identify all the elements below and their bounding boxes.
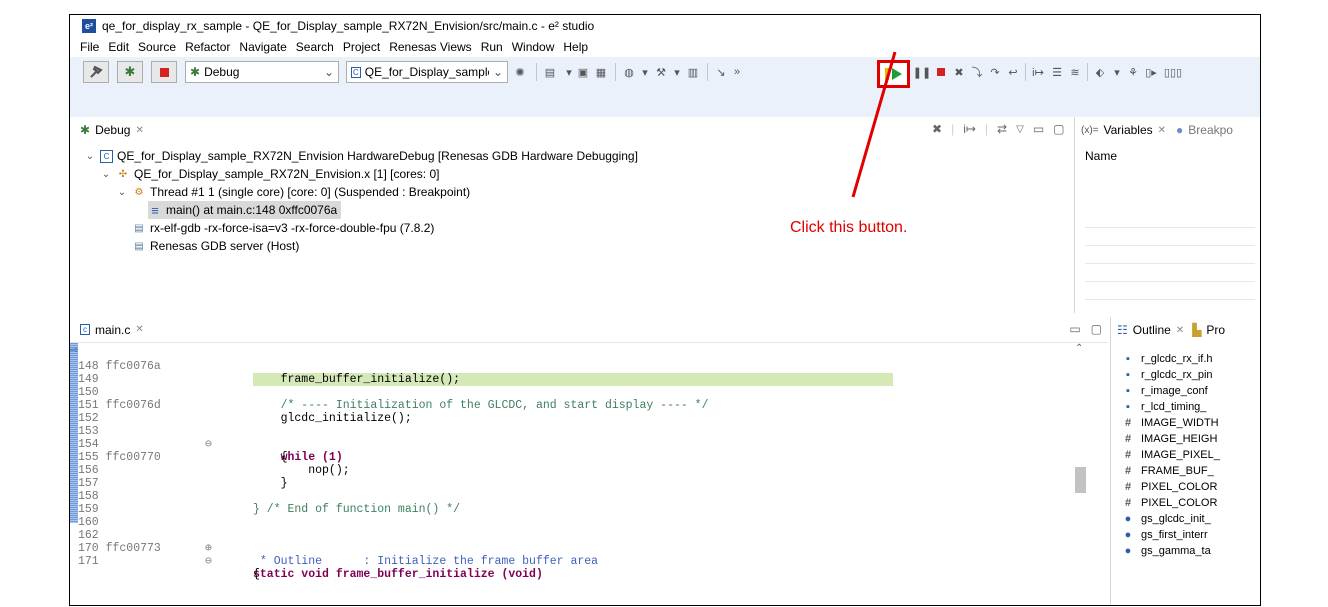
close-icon[interactable]: ✕ [1158, 125, 1166, 136]
line-number: 171 [78, 555, 99, 568]
code-line[interactable]: 148 ffc0076a frame_buffer_initialize(); [78, 347, 1078, 386]
scroll-up-icon[interactable]: ⌃ [1075, 343, 1083, 354]
code-text: { [253, 568, 260, 581]
code-line[interactable]: 155 ffc00770 nop(); [78, 438, 1078, 477]
code-line[interactable]: 170 ffc00773 ⊖ static void frame_buffer_… [78, 529, 1078, 581]
outline-item[interactable]: # IMAGE_WIDTH [1121, 415, 1219, 431]
macro-icon: # [1124, 417, 1132, 429]
code-line[interactable]: 158 } /* End of function main() */ [78, 477, 1078, 516]
code-line[interactable]: 154 { [78, 425, 1078, 464]
outline-view: ☷ Outline ✕ ▙ Pro ▪ r_glcdc_rx_if.h ▪ r_glc… [1110, 317, 1260, 605]
macro-icon: # [1124, 465, 1132, 477]
code-line[interactable]: 152 [78, 399, 1078, 425]
tab-variables[interactable]: (x)= Variables ✕ [1081, 123, 1166, 137]
macro-icon: # [1124, 481, 1132, 493]
code-text: static void frame_buffer_initialize (voi… [253, 568, 543, 581]
outline-item-label: FRAME_BUF_ [1141, 465, 1214, 477]
outline-item-label: r_glcdc_rx_if.h [1141, 353, 1213, 365]
header-icon: ▪ [1126, 353, 1130, 365]
outline-item[interactable]: # IMAGE_HEIGH [1121, 431, 1217, 447]
outline-tabs: ☷ Outline ✕ ▙ Pro [1117, 323, 1225, 337]
outline-item-label: gs_glcdc_init_ [1141, 513, 1211, 525]
static-const-icon: ● [1124, 545, 1132, 557]
outline-item-label: r_glcdc_rx_pin [1141, 369, 1213, 381]
code-line[interactable]: 159 [78, 490, 1078, 516]
outline-item[interactable]: ● gs_gamma_ta [1121, 543, 1211, 559]
code-line[interactable]: 151 ffc0076d glcdc_initialize(); [78, 386, 1078, 425]
row-divider [1085, 281, 1255, 282]
tab-breakpoints-label: Breakpo [1188, 123, 1233, 137]
outline-item[interactable]: # PIXEL_COLOR [1121, 495, 1217, 511]
column-header-name[interactable]: Name [1085, 149, 1117, 163]
code-line[interactable]: 162 ⊕ * Outline : Initialize the frame b… [78, 516, 1078, 568]
outline-item-label: IMAGE_WIDTH [1141, 417, 1219, 429]
header-icon: ▪ [1126, 385, 1130, 397]
tab-project-label: Pro [1206, 323, 1226, 337]
variables-view: (x)= Variables ✕ ● Breakpo Name [1075, 117, 1260, 313]
editor-tab-bar: c main.c ✕ ▭ ▢ [70, 317, 1108, 343]
macro-icon: # [1124, 497, 1132, 509]
ide-window: e² qe_for_display_rx_sample - QE_for_Dis… [69, 14, 1261, 606]
outline-item[interactable]: ▪ r_glcdc_rx_pin [1121, 367, 1213, 383]
code-line[interactable]: 171 { [78, 542, 1078, 581]
outline-item-label: PIXEL_COLOR [1141, 481, 1218, 493]
outline-item-label: PIXEL_COLOR [1141, 497, 1218, 509]
tab-outline-label: Outline [1132, 323, 1171, 337]
outline-item-label: IMAGE_PIXEL_ [1141, 449, 1220, 461]
outline-item[interactable]: # PIXEL_COLOR [1121, 479, 1217, 495]
outline-item-label: r_image_conf [1141, 385, 1208, 397]
fold-collapse-icon[interactable]: ⊖ [205, 555, 212, 568]
code-line[interactable]: 157 [78, 464, 1078, 490]
outline-item-label: gs_first_interr [1141, 529, 1208, 541]
outline-item[interactable]: ▪ r_image_conf [1121, 383, 1208, 399]
code-editor: c main.c ✕ ▭ ▢ ⇨ 148 ffc0076a frame_buff… [70, 317, 1108, 605]
header-icon: ▪ [1126, 401, 1130, 413]
static-var-icon: ● [1124, 513, 1132, 525]
code-line[interactable]: 156 } [78, 451, 1078, 490]
variables-tabs: (x)= Variables ✕ ● Breakpo [1081, 123, 1233, 137]
code-line[interactable]: 149 [78, 360, 1078, 386]
row-divider [1085, 245, 1255, 246]
outline-item[interactable]: # FRAME_BUF_ [1121, 463, 1214, 479]
tab-outline[interactable]: ☷ Outline ✕ [1117, 323, 1184, 337]
editor-actions: ▭ ▢ [1069, 322, 1102, 336]
tab-variables-label: Variables [1103, 123, 1153, 137]
code-text: * Outline : Initialize the frame buffer … [253, 555, 599, 568]
row-divider [1085, 263, 1255, 264]
row-divider [1085, 299, 1255, 300]
outline-item-label: gs_gamma_ta [1141, 545, 1211, 557]
row-divider [1085, 227, 1255, 228]
outline-icon: ☷ [1117, 323, 1128, 337]
project-icon: ▙ [1192, 323, 1202, 337]
code-line[interactable]: 160 [78, 503, 1078, 529]
breakpoint-icon: ● [1176, 123, 1184, 137]
code-line[interactable]: 150 /* ---- Initialization of the GLCDC,… [78, 373, 1078, 412]
tab-breakpoints[interactable]: ● Breakpo [1176, 123, 1233, 137]
c-file-icon: c [80, 324, 90, 335]
tab-main-c[interactable]: c main.c ✕ [80, 323, 144, 337]
close-icon[interactable]: ✕ [1176, 325, 1184, 336]
tab-main-c-label: main.c [95, 322, 131, 337]
outline-item[interactable]: ▪ r_glcdc_rx_if.h [1121, 351, 1213, 367]
outline-item[interactable]: # IMAGE_PIXEL_ [1121, 447, 1220, 463]
code-line[interactable]: 153 ⊖ while (1) [78, 412, 1078, 464]
minimize-icon[interactable]: ▭ [1069, 322, 1080, 336]
variables-icon: (x)= [1081, 124, 1099, 136]
header-icon: ▪ [1126, 369, 1130, 381]
outline-item[interactable]: ● gs_first_interr [1121, 527, 1208, 543]
tab-project[interactable]: ▙ Pro [1192, 323, 1225, 337]
maximize-icon[interactable]: ▢ [1091, 322, 1102, 336]
outline-item[interactable]: ● gs_glcdc_init_ [1121, 511, 1211, 527]
outline-item[interactable]: ▪ r_lcd_timing_ [1121, 399, 1206, 415]
static-var-icon: ● [1124, 529, 1132, 541]
outline-item-label: IMAGE_HEIGH [1141, 433, 1218, 445]
overview-gutter [70, 343, 78, 523]
macro-icon: # [1124, 449, 1132, 461]
annotation-text: Click this button. [790, 219, 908, 236]
close-icon[interactable]: ✕ [135, 324, 143, 335]
editor-scrollbar[interactable]: ⌃ [1073, 343, 1087, 603]
scrollbar-thumb[interactable] [1075, 467, 1086, 493]
outline-item-label: r_lcd_timing_ [1141, 401, 1207, 413]
macro-icon: # [1124, 433, 1132, 445]
